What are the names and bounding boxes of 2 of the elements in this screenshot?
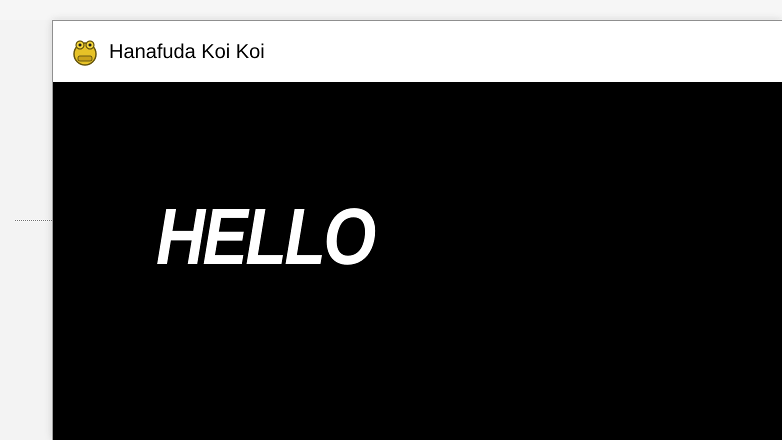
- hello-text: HELLO: [156, 191, 376, 283]
- window-title: Hanafuda Koi Koi: [109, 40, 265, 64]
